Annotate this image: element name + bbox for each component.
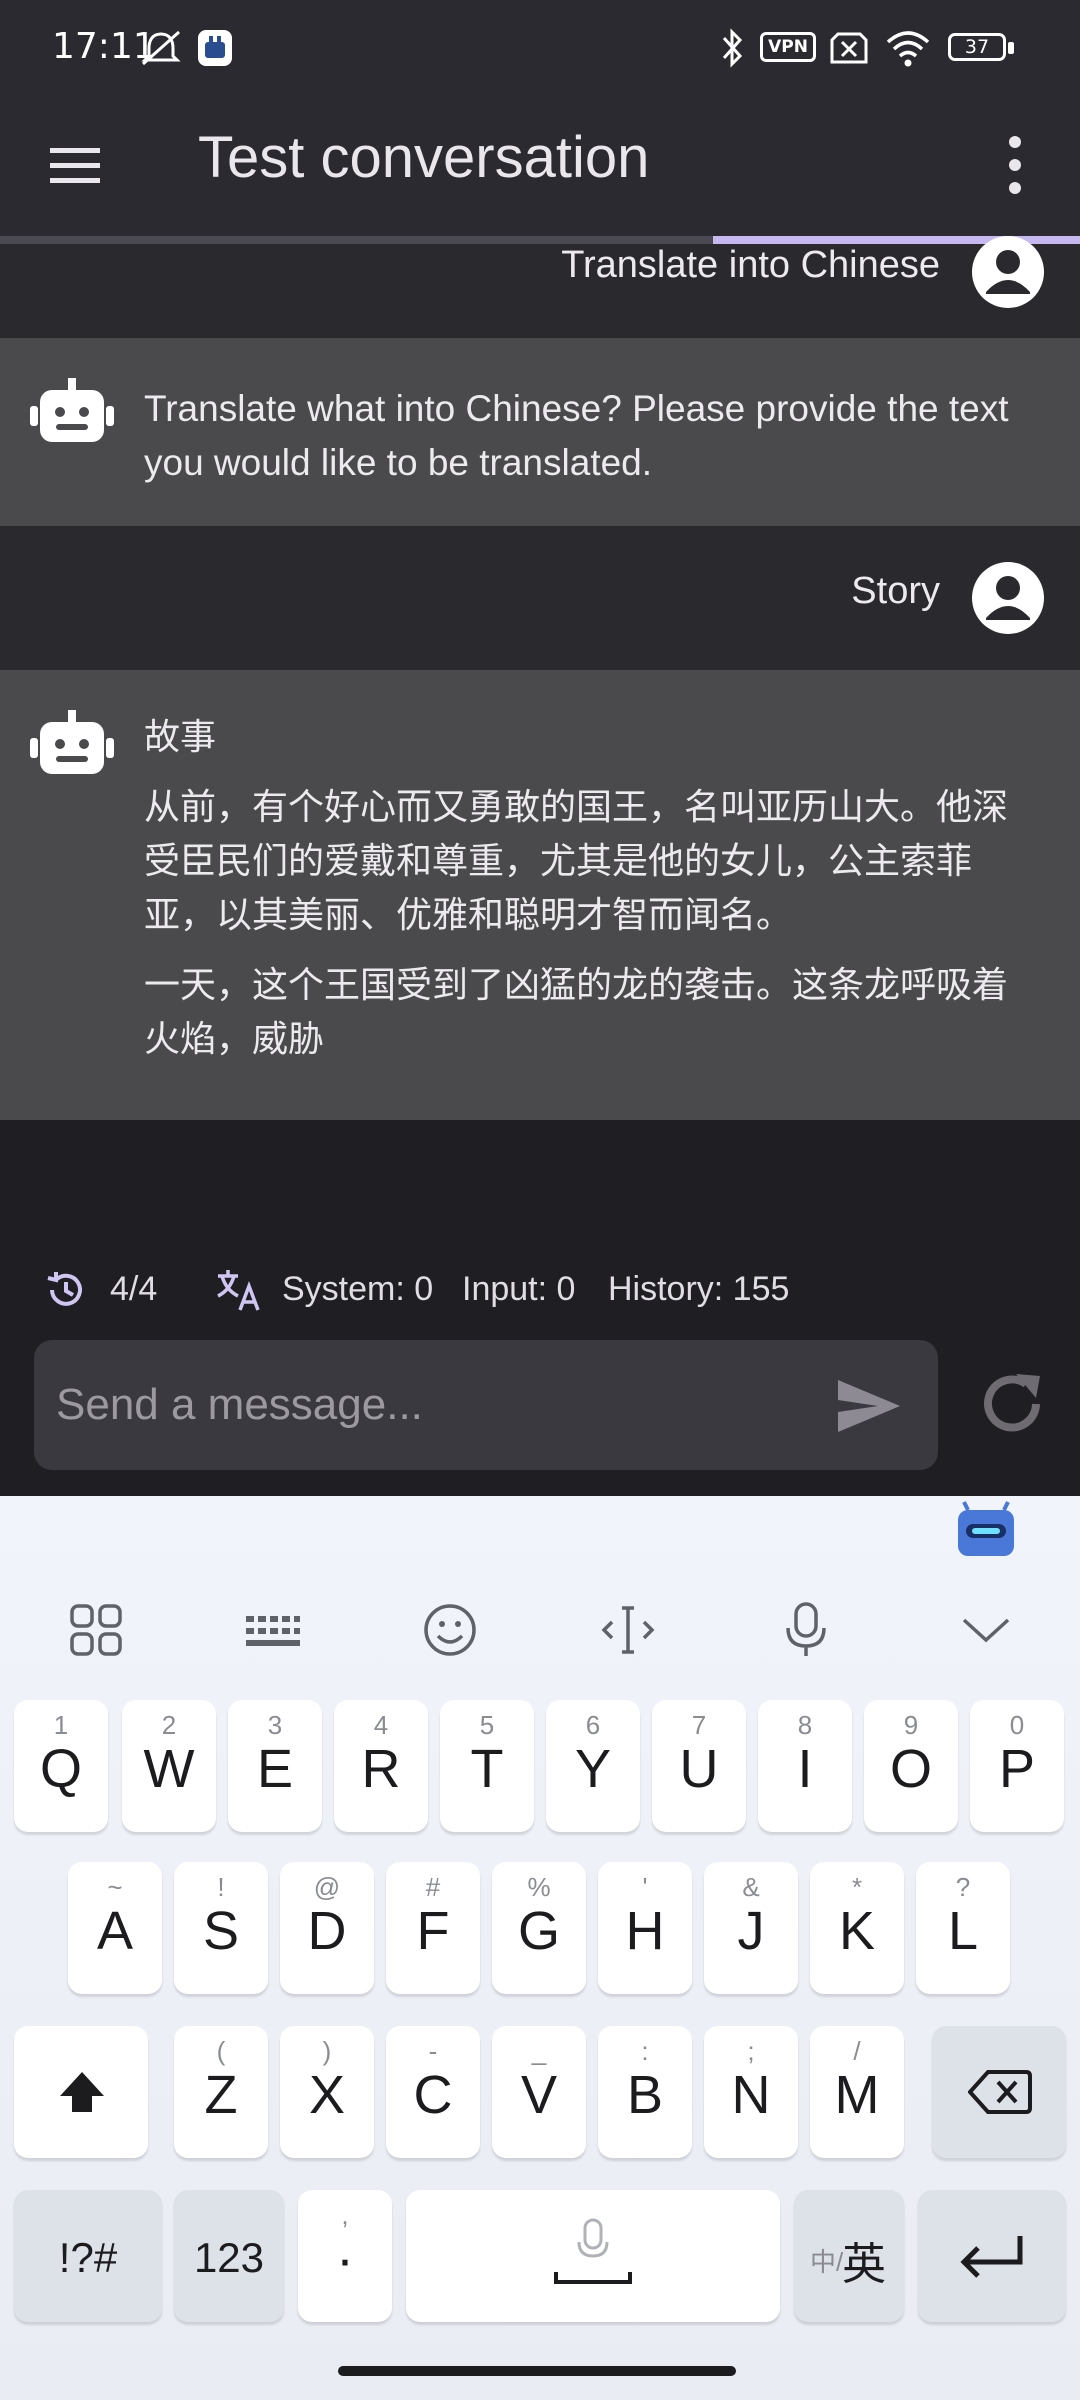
key-x[interactable]: ) X — [280, 2026, 374, 2158]
space-key[interactable] — [406, 2190, 780, 2322]
key-f[interactable]: # F — [386, 1862, 480, 1994]
key-r[interactable]: 4R — [334, 1700, 428, 1832]
assistant-message: Translate what into Chinese? Please prov… — [0, 338, 1080, 526]
key-k[interactable]: * K — [810, 1862, 904, 1994]
muted-bell-icon — [141, 30, 181, 66]
key-z[interactable]: (Z — [174, 2026, 268, 2158]
key-p[interactable]: 0P — [970, 1700, 1064, 1832]
message-input[interactable] — [56, 1370, 816, 1440]
app-icon — [198, 30, 232, 66]
user-message: Story — [0, 526, 1080, 670]
key-q[interactable]: 1Q — [14, 1700, 108, 1832]
send-icon[interactable] — [834, 1374, 904, 1438]
key-g[interactable]: % G — [492, 1862, 586, 1994]
shift-key[interactable] — [14, 2026, 148, 2158]
refresh-icon[interactable] — [974, 1366, 1050, 1442]
robot-avatar-icon — [30, 378, 114, 442]
key-d[interactable]: @ D — [280, 1862, 374, 1994]
battery-icon: 37 — [948, 33, 1006, 61]
key-w[interactable]: 2W — [122, 1700, 216, 1832]
app-bar: Test conversation — [0, 96, 1080, 236]
user-avatar-icon — [972, 236, 1044, 308]
punctuation-key[interactable]: , · — [298, 2190, 392, 2322]
enter-key[interactable] — [918, 2190, 1066, 2322]
history-count: 4/4 — [110, 1270, 158, 1308]
backspace-icon — [968, 2070, 1032, 2114]
key-t[interactable]: 5T — [440, 1700, 534, 1832]
history-icon[interactable] — [44, 1268, 88, 1312]
backspace-key[interactable] — [932, 2026, 1066, 2158]
wifi-icon — [886, 31, 930, 67]
user-message-text: Translate into Chinese — [561, 244, 940, 286]
keyboard-icon[interactable] — [242, 1600, 302, 1660]
page-title: Test conversation — [198, 125, 650, 190]
key-j[interactable]: & J — [704, 1862, 798, 1994]
key-e[interactable]: 3E — [228, 1700, 322, 1832]
vpn-icon: VPN — [760, 32, 816, 62]
key-m[interactable]: / M — [810, 2026, 904, 2158]
message-paragraph: 从前，有个好心而又勇敢的国王，名叫亚历山大。他深受臣民们的爱戴和尊重，尤其是他的… — [144, 786, 1009, 935]
keyboard-mascot-icon[interactable] — [954, 1500, 1018, 1560]
key-a[interactable]: ~ A — [68, 1862, 162, 1994]
key-s[interactable]: ! S — [174, 1862, 268, 1994]
no-sim-icon — [830, 32, 868, 64]
key-n[interactable]: ; N — [704, 2026, 798, 2158]
history-tokens: History: 155 — [608, 1270, 790, 1308]
key-h[interactable]: ' H — [598, 1862, 692, 1994]
numbers-key[interactable]: 123 — [174, 2190, 284, 2322]
emoji-icon[interactable] — [420, 1600, 480, 1660]
message-composer — [34, 1340, 938, 1470]
space-mic-icon — [554, 2218, 632, 2284]
grid-icon[interactable] — [66, 1600, 126, 1660]
assistant-message: 故事 从前，有个好心而又勇敢的国王，名叫亚历山大。他深受臣民们的爱戴和尊重，尤其… — [0, 670, 1080, 1120]
assistant-message-text: 故事 从前，有个好心而又勇敢的国王，名叫亚历山大。他深受臣民们的爱戴和尊重，尤其… — [144, 710, 1024, 1082]
key-u[interactable]: 7U — [652, 1700, 746, 1832]
message-paragraph: Translate what into Chinese? Please prov… — [144, 388, 1009, 483]
key-l[interactable]: ? L — [916, 1862, 1010, 1994]
battery-tip — [1008, 42, 1014, 54]
user-message-text: Story — [851, 570, 940, 612]
shift-icon — [60, 2072, 104, 2112]
user-message: Translate into Chinese — [0, 236, 1080, 338]
battery-level: 37 — [964, 36, 990, 58]
assistant-message-text: Translate what into Chinese? Please prov… — [144, 382, 1024, 506]
home-indicator[interactable] — [338, 2366, 736, 2376]
user-avatar-icon — [972, 562, 1044, 634]
translate-icon — [217, 1270, 260, 1311]
mic-icon[interactable] — [776, 1600, 836, 1660]
bluetooth-icon — [722, 28, 743, 68]
token-stats: 4/4 System: 0 Input: 0 History: 155 — [0, 1256, 1080, 1326]
collapse-chevron-icon[interactable] — [956, 1600, 1016, 1660]
message-paragraph: 故事 — [144, 716, 217, 757]
cursor-icon[interactable] — [598, 1600, 658, 1660]
key-y[interactable]: 6Y — [546, 1700, 640, 1832]
robot-avatar-icon — [30, 710, 114, 774]
menu-icon[interactable] — [46, 136, 106, 196]
status-bar: 17:11 VPN 37 — [0, 0, 1080, 96]
more-options-icon[interactable] — [990, 130, 1040, 200]
message-paragraph: 一天，这个王国受到了凶猛的龙的袭击。这条龙呼吸着火焰，威胁 — [144, 964, 1009, 1059]
key-o[interactable]: 9O — [864, 1700, 958, 1832]
system-tokens: System: 0 — [282, 1270, 434, 1308]
key-b[interactable]: :B — [598, 2026, 692, 2158]
key-v[interactable]: _ V — [492, 2026, 586, 2158]
input-tokens: Input: 0 — [462, 1270, 576, 1308]
language-switch-key[interactable]: 中/ 英 — [794, 2190, 904, 2322]
key-c[interactable]: -C — [386, 2026, 480, 2158]
symbols-key[interactable]: !?# — [14, 2190, 162, 2322]
enter-icon — [960, 2236, 1023, 2278]
key-i[interactable]: 8I — [758, 1700, 852, 1832]
